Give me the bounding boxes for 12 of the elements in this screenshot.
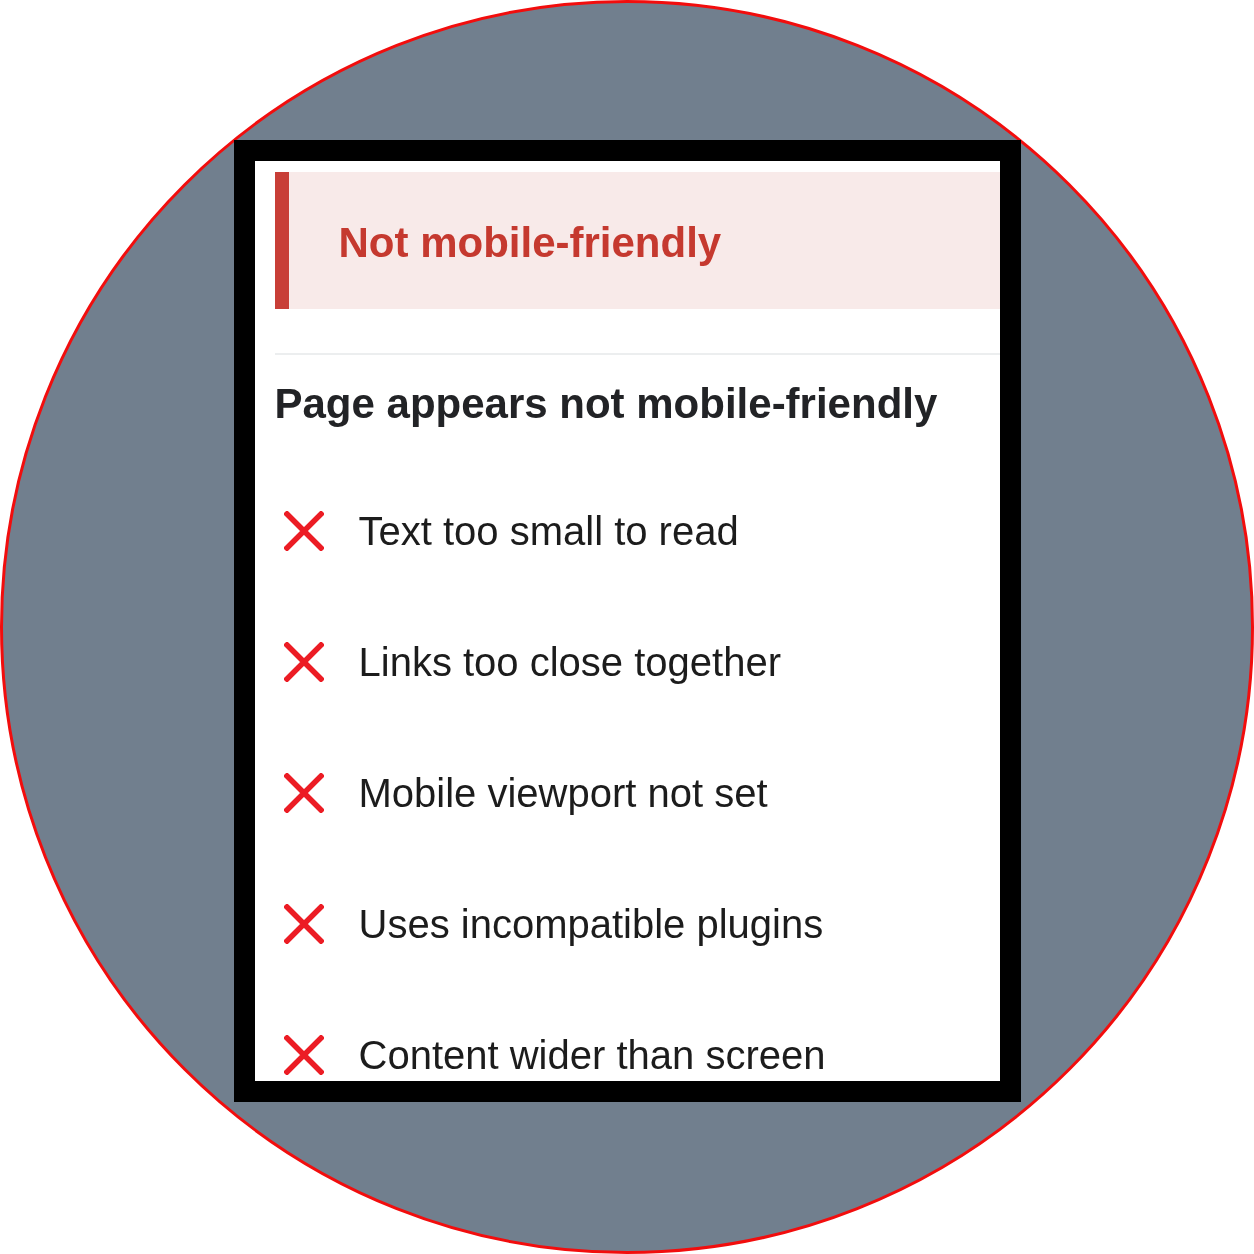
alert-title: Not mobile-friendly [338, 218, 722, 267]
cross-icon [283, 772, 324, 813]
issue-text: Uses incompatible plugins [358, 900, 824, 948]
result-heading: Page appears not mobile-friendly [274, 379, 938, 429]
cross-icon [283, 510, 324, 551]
issue-text: Text too small to read [358, 507, 739, 555]
cross-icon [283, 1034, 324, 1075]
cross-icon [283, 641, 324, 682]
issue-text: Content wider than screen [358, 1031, 826, 1079]
issue-text: Mobile viewport not set [358, 769, 768, 817]
issue-text: Links too close together [358, 638, 781, 686]
cross-icon [283, 903, 324, 944]
